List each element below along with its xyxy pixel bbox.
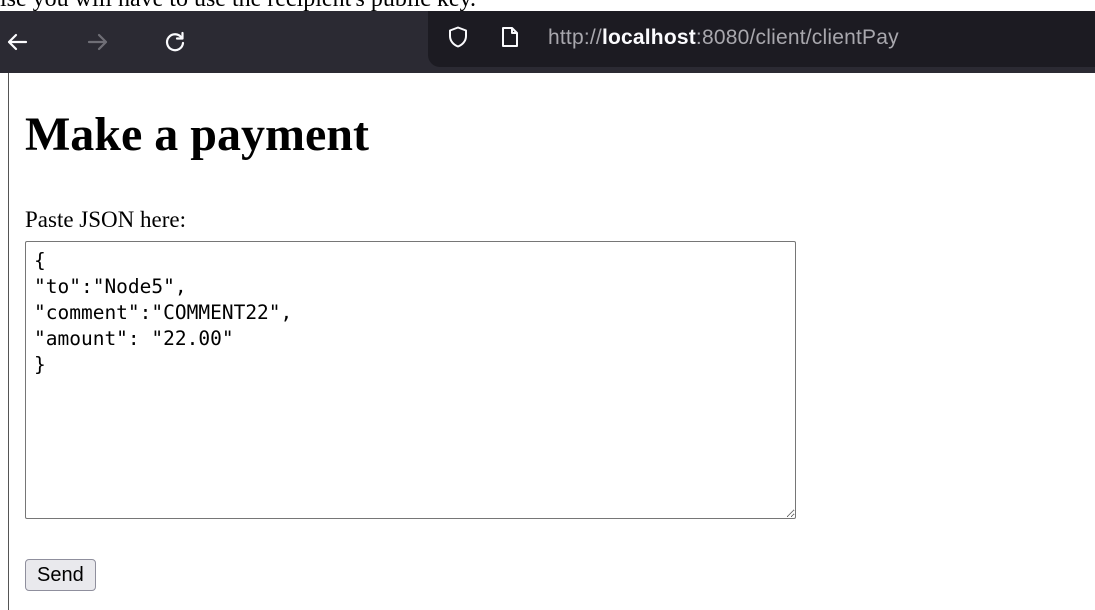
back-arrow-icon [6, 31, 28, 53]
reload-icon [164, 31, 186, 53]
url-text[interactable]: http://localhost:8080/client/clientPay [548, 25, 899, 51]
reload-button[interactable] [160, 27, 190, 57]
url-path: :8080/client/clientPay [695, 26, 899, 49]
site-info-button[interactable] [498, 25, 522, 54]
url-scheme: http:// [548, 26, 602, 49]
back-button[interactable] [2, 27, 32, 57]
tracking-protection-button[interactable] [446, 25, 470, 54]
send-button[interactable]: Send [25, 559, 96, 591]
forward-button[interactable] [83, 27, 113, 57]
shield-icon [446, 25, 470, 54]
browser-window: ise you will have to use the recipient's… [0, 0, 1095, 610]
forward-arrow-icon [87, 31, 109, 53]
document-icon [498, 25, 522, 54]
url-host: localhost [601, 26, 696, 49]
browser-toolbar: http://localhost:8080/client/clientPay [0, 11, 1095, 73]
url-bar[interactable]: http://localhost:8080/client/clientPay [428, 11, 1095, 67]
json-textarea[interactable] [25, 241, 796, 519]
json-field-label: Paste JSON here: [25, 207, 186, 232]
viewport-left-border [8, 73, 9, 610]
clipped-text-above: ise you will have to use the recipient's… [0, 0, 1095, 11]
page-title: Make a payment [25, 108, 369, 161]
